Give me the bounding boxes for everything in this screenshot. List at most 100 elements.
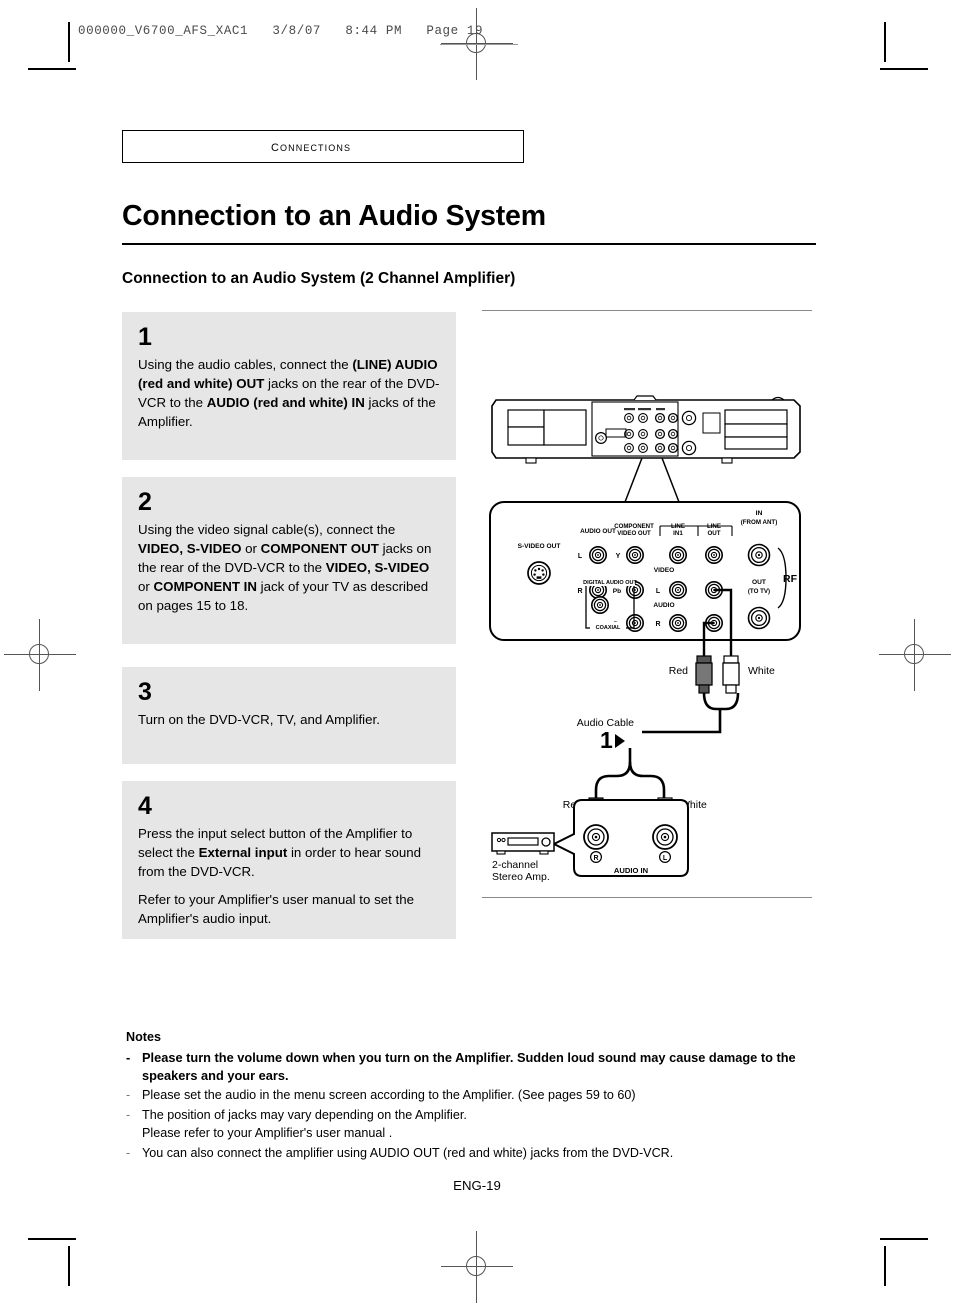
jack-component-pr [625, 613, 645, 633]
cable-label-white-dvd: White [748, 665, 775, 677]
label-audio-in: AUDIO IN [614, 866, 648, 875]
jack-component-y [625, 545, 645, 565]
label-rf: RF [783, 573, 798, 585]
label-pb: Pb [613, 588, 621, 595]
step-box-2: 2 Using the video signal cable(s), conne… [122, 477, 456, 644]
crop-mark-top-left-vertical [68, 22, 70, 62]
note-text: You can also connect the amplifier using… [142, 1145, 674, 1160]
registration-mark-left-center [4, 619, 76, 691]
note-item: - The position of jacks may vary dependin… [126, 1107, 826, 1143]
amp-jack-label-l: L [663, 855, 668, 862]
crop-mark-bottom-right-vertical [884, 1246, 886, 1286]
amp-device-label-line1: 2-channel [492, 859, 538, 871]
note-item: - Please turn the volume down when you tu… [126, 1049, 826, 1085]
connection-diagram: S-VIDEO OUT AUDIO OUT L R COMPONENT VIDE… [482, 330, 822, 890]
jack-line-out-video [704, 545, 724, 565]
step-paragraph: Refer to your Amplifier's user manual to… [138, 891, 414, 926]
step-number: 4 [138, 792, 152, 820]
cable-label-red-dvd: Red [669, 665, 688, 677]
note-bullet: - [126, 1108, 131, 1123]
note-bullet: - [126, 1088, 131, 1103]
notes-title: Notes [126, 1030, 161, 1044]
label-out: OUT [752, 579, 766, 586]
print-slug-rule [440, 44, 518, 45]
registration-mark-bottom-center [441, 1231, 513, 1303]
step-box-3: 3 Turn on the DVD-VCR, TV, and Amplifier… [122, 667, 456, 764]
page-subtitle: Connection to an Audio System (2 Channel… [122, 270, 516, 287]
diagram-step-marker: 1 [600, 727, 613, 753]
print-slug-text: 000000_V6700_AFS_XAC1 3/8/07 8:44 PM Pag… [78, 24, 484, 38]
note-text: The position of jacks may vary depending… [142, 1108, 467, 1141]
step-marker-arrow [615, 734, 625, 748]
step-paragraph: Using the video signal cable(s), connect… [138, 522, 432, 613]
note-text: Please set the audio in the menu screen … [142, 1088, 636, 1103]
step-body: Turn on the DVD-VCR, TV, and Amplifier. [138, 711, 440, 730]
crop-mark-bottom-right-horizontal [880, 1238, 928, 1240]
jack-audio-out-l [588, 545, 608, 565]
label-video: VIDEO [654, 567, 675, 574]
jack-coaxial [590, 595, 610, 615]
section-tag-label: Connections [271, 138, 352, 155]
label-from-ant: (FROM ANT) [741, 519, 778, 526]
jack-line-in1-video [668, 545, 688, 565]
label-line-in1-2: IN1 [673, 530, 683, 537]
label-s-video-out: S-VIDEO OUT [518, 543, 561, 550]
page-number: ENG-19 [453, 1178, 501, 1193]
jack-rf-out [747, 606, 771, 630]
step-body: Using the audio cables, connect the (LIN… [138, 356, 440, 432]
amp-audio-in-callout: R L AUDIO IN [551, 799, 689, 877]
amp-device-label-line2: Stereo Amp. [492, 871, 550, 883]
jack-line-in1-audio-l [668, 580, 688, 600]
label-line-r: R [655, 621, 660, 628]
note-bullet: - [126, 1145, 131, 1160]
step-paragraph: Using the audio cables, connect the (LIN… [138, 357, 440, 429]
label-y: Y [616, 553, 621, 560]
note-item: - Please set the audio in the menu screen… [126, 1087, 826, 1105]
step-number: 1 [138, 323, 152, 351]
label-to-tv: (TO TV) [748, 588, 770, 595]
notes-list: - Please turn the volume down when you tu… [126, 1049, 826, 1163]
crop-mark-top-left-horizontal [28, 68, 76, 70]
step-paragraph: Turn on the DVD-VCR, TV, and Amplifier. [138, 712, 380, 728]
registration-mark-right-center [879, 619, 951, 691]
label-audio-out-l: L [578, 553, 583, 560]
crop-mark-bottom-left-horizontal [28, 1238, 76, 1240]
note-item: - You can also connect the amplifier usin… [126, 1145, 826, 1163]
step-box-1: 1 Using the audio cables, connect the (L… [122, 312, 456, 460]
step-paragraph: Press the input select button of the Amp… [138, 826, 422, 879]
step-number: 3 [138, 678, 152, 706]
step-body: Using the video signal cable(s), connect… [138, 521, 440, 615]
label-digital-audio-out: DIGITAL AUDIO OUT [583, 580, 637, 586]
label-component: COMPONENT [614, 523, 654, 530]
label-video-out: VIDEO OUT [617, 530, 651, 537]
note-text: Please turn the volume down when you tur… [142, 1050, 796, 1084]
jack-rf-in [747, 543, 771, 567]
label-in: IN [756, 510, 763, 517]
notes-block: Notes - Please turn the volume down when … [126, 1030, 826, 1165]
step-number: 2 [138, 488, 152, 516]
crop-mark-top-right-horizontal [880, 68, 928, 70]
note-bullet: - [126, 1050, 131, 1065]
page-title-rule [122, 243, 816, 245]
dvd-vcr-rear-panel-overview [491, 395, 801, 464]
label-coaxial: COAXIAL [596, 625, 621, 631]
step-box-4: 4 Press the input select button of the A… [122, 781, 456, 939]
dvd-vcr-rear-panel-detail: S-VIDEO OUT AUDIO OUT L R COMPONENT VIDE… [489, 501, 801, 641]
crop-mark-bottom-left-vertical [68, 1246, 70, 1286]
label-line-out-2: OUT [707, 530, 720, 537]
step-body: Press the input select button of the Amp… [138, 825, 440, 928]
plug-white-to-dvd [722, 655, 740, 694]
diagram-rule-bottom [482, 897, 812, 899]
page-title: Connection to an Audio System [122, 200, 546, 232]
plug-red-to-dvd [695, 655, 713, 694]
label-audio-out-r: R [577, 588, 582, 595]
crop-mark-top-right-vertical [884, 22, 886, 62]
label-audio: AUDIO [653, 602, 674, 609]
label-line-l: L [656, 588, 661, 595]
section-tag-box: Connections [122, 130, 524, 163]
jack-line-in1-audio-r [668, 613, 688, 633]
diagram-rule-top [482, 310, 812, 312]
amp-jack-label-r: R [593, 855, 598, 862]
stereo-amp-device [491, 832, 555, 855]
label-audio-out: AUDIO OUT [580, 528, 616, 535]
